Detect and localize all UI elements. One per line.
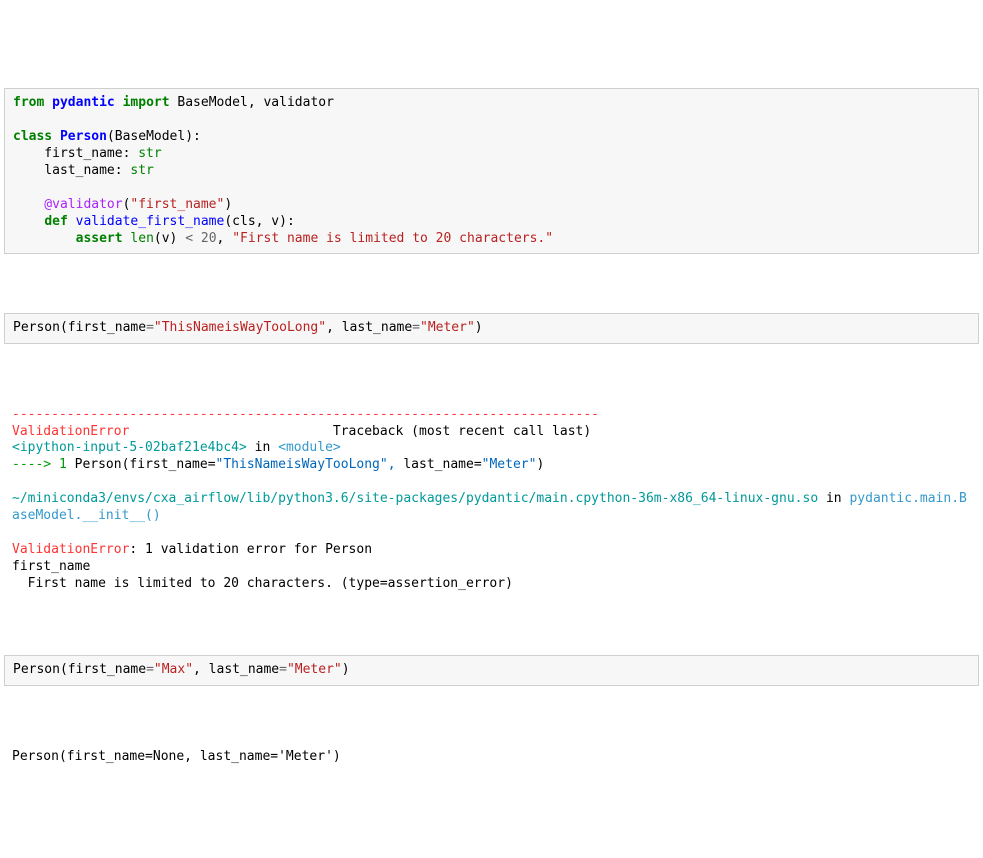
tb-ipython-input: <ipython-input-5-02baf21e4bc4>: [12, 440, 247, 455]
tb-call: (first_name: [122, 457, 208, 472]
eq-2b: =: [412, 320, 420, 335]
class-base: (BaseModel):: [107, 129, 201, 144]
arg-lastname-3: "Meter": [287, 662, 342, 677]
tb-eq2: =: [474, 457, 482, 472]
assert-msg: "First name is limited to 20 characters.…: [232, 231, 553, 246]
op-lt: <: [185, 231, 193, 246]
func-sig: (cls, v):: [224, 214, 294, 229]
tb-close: ): [536, 457, 544, 472]
code-cell-2[interactable]: Person(first_name="ThisNameisWayTooLong"…: [4, 313, 979, 344]
keyword-import: import: [123, 95, 170, 110]
tb-dashes: ----------------------------------------…: [12, 407, 599, 422]
arg-lastname-2: "Meter": [420, 320, 475, 335]
tb-module: <module>: [278, 440, 341, 455]
output-3: Person(first_name=None, last_name='Meter…: [4, 745, 979, 770]
keyword-from: from: [13, 95, 44, 110]
tb-error-msg: : 1 validation error for Person: [129, 542, 372, 557]
tb-arg1: "ThisNameisWayTooLong",: [216, 457, 396, 472]
builtin-len: len: [130, 231, 153, 246]
eq-2a: =: [146, 320, 154, 335]
tb-in-1: in: [247, 440, 278, 455]
tb-field: first_name: [12, 559, 90, 574]
type-str-2: str: [130, 163, 153, 178]
output-3-text: Person(first_name=None, last_name='Meter…: [12, 749, 341, 764]
keyword-def: def: [44, 214, 67, 229]
code-cell-1[interactable]: from pydantic import BaseModel, validato…: [4, 88, 979, 254]
arg-firstname-3: "Max": [154, 662, 193, 677]
arg-firstname-2: "ThisNameisWayTooLong": [154, 320, 326, 335]
tb-header: Traceback (most recent call last): [129, 424, 591, 439]
eq-3a: =: [146, 662, 154, 677]
tb-error-name: ValidationError: [12, 424, 129, 439]
keyword-assert: assert: [76, 231, 123, 246]
tb-detail: First name is limited to 20 characters. …: [12, 576, 513, 591]
comma: ,: [217, 231, 233, 246]
class-name: Person: [60, 129, 107, 144]
module-pydantic: pydantic: [52, 95, 115, 110]
decorator-arg: "first_name": [130, 197, 224, 212]
tb-mid: last_name: [396, 457, 474, 472]
tb-eq1: =: [208, 457, 216, 472]
keyword-class: class: [13, 129, 52, 144]
tb-in-2: in: [818, 491, 849, 506]
decorator-validator: @validator: [13, 197, 123, 212]
num-20: 20: [193, 231, 216, 246]
field-last-name: last_name:: [13, 163, 130, 178]
eq-3b: =: [279, 662, 287, 677]
close-2: ): [475, 320, 483, 335]
tb-arrow: ----> 1: [12, 457, 67, 472]
mid-3: , last_name: [193, 662, 279, 677]
close-3: ): [342, 662, 350, 677]
field-first-name: first_name:: [13, 146, 138, 161]
type-str-1: str: [138, 146, 161, 161]
tb-path: ~/miniconda3/envs/cxa_airflow/lib/python…: [12, 491, 818, 506]
import-list: BaseModel, validator: [170, 95, 334, 110]
tb-arg2: "Meter": [482, 457, 537, 472]
call-person-2: Person(first_name: [13, 320, 146, 335]
tb-person: Person: [67, 457, 122, 472]
func-name: validate_first_name: [76, 214, 225, 229]
code-cell-3[interactable]: Person(first_name="Max", last_name="Mete…: [4, 655, 979, 686]
traceback-output: ----------------------------------------…: [4, 403, 979, 597]
tb-error-name-2: ValidationError: [12, 542, 129, 557]
mid-2: , last_name: [326, 320, 412, 335]
call-person-3: Person(first_name: [13, 662, 146, 677]
len-arg: (v): [154, 231, 185, 246]
